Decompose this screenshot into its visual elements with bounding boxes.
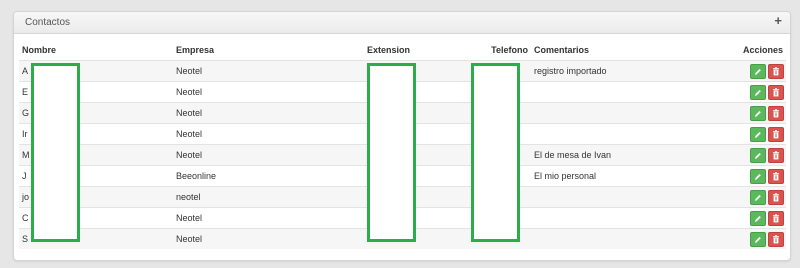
cell-acciones bbox=[711, 123, 786, 145]
edit-button[interactable] bbox=[750, 210, 766, 226]
contacts-panel: Contactos + Nombre Empresa Extension Tel… bbox=[13, 11, 791, 261]
edit-button[interactable] bbox=[750, 147, 766, 163]
cell-empresa: Neotel bbox=[173, 207, 364, 229]
cell-comentarios bbox=[531, 102, 711, 124]
cell-acciones bbox=[711, 228, 786, 249]
cell-comentarios bbox=[531, 186, 711, 208]
table-header-row: Nombre Empresa Extension Telefono Coment… bbox=[19, 40, 786, 61]
delete-button[interactable] bbox=[768, 63, 784, 79]
cell-acciones bbox=[711, 186, 786, 208]
cell-empresa: Neotel bbox=[173, 102, 364, 124]
edit-button[interactable] bbox=[750, 126, 766, 142]
cell-empresa: Neotel bbox=[173, 60, 364, 82]
delete-button[interactable] bbox=[768, 210, 784, 226]
delete-button[interactable] bbox=[768, 147, 784, 163]
delete-button[interactable] bbox=[768, 105, 784, 121]
header-telefono[interactable]: Telefono bbox=[479, 40, 531, 61]
redaction-box-extension bbox=[367, 63, 416, 242]
cell-comentarios bbox=[531, 123, 711, 145]
edit-button[interactable] bbox=[750, 231, 766, 247]
edit-button[interactable] bbox=[750, 189, 766, 205]
cell-comentarios bbox=[531, 228, 711, 249]
redaction-box-telefono bbox=[471, 63, 520, 242]
cell-acciones bbox=[711, 165, 786, 187]
cell-empresa: neotel bbox=[173, 186, 364, 208]
header-acciones: Acciones bbox=[742, 45, 783, 55]
edit-button[interactable] bbox=[750, 63, 766, 79]
delete-button[interactable] bbox=[768, 126, 784, 142]
panel-header: Contactos + bbox=[14, 12, 790, 34]
cell-comentarios bbox=[531, 207, 711, 229]
cell-empresa: Neotel bbox=[173, 144, 364, 166]
cell-acciones bbox=[711, 144, 786, 166]
edit-button[interactable] bbox=[750, 84, 766, 100]
cell-empresa: Neotel bbox=[173, 228, 364, 249]
redaction-box-nombre bbox=[31, 63, 80, 242]
cell-acciones bbox=[711, 102, 786, 124]
delete-button[interactable] bbox=[768, 84, 784, 100]
edit-button[interactable] bbox=[750, 168, 766, 184]
header-comentarios[interactable]: Comentarios bbox=[531, 40, 711, 61]
cell-comentarios bbox=[531, 81, 711, 103]
delete-button[interactable] bbox=[768, 231, 784, 247]
cell-comentarios: El mio personal bbox=[531, 165, 711, 187]
cell-empresa: Neotel bbox=[173, 123, 364, 145]
header-nombre[interactable]: Nombre bbox=[19, 40, 173, 61]
panel-title: Contactos bbox=[25, 17, 71, 28]
cell-acciones bbox=[711, 81, 786, 103]
cell-empresa: Beeonline bbox=[173, 165, 364, 187]
header-extension[interactable]: Extension bbox=[364, 40, 479, 61]
cell-comentarios: El de mesa de Ivan bbox=[531, 144, 711, 166]
cell-acciones bbox=[711, 60, 786, 82]
edit-button[interactable] bbox=[750, 105, 766, 121]
header-empresa[interactable]: Empresa bbox=[173, 40, 364, 61]
plus-icon[interactable]: + bbox=[774, 14, 782, 28]
delete-button[interactable] bbox=[768, 189, 784, 205]
cell-empresa: Neotel bbox=[173, 81, 364, 103]
cell-acciones bbox=[711, 207, 786, 229]
delete-button[interactable] bbox=[768, 168, 784, 184]
cell-comentarios: registro importado bbox=[531, 60, 711, 82]
